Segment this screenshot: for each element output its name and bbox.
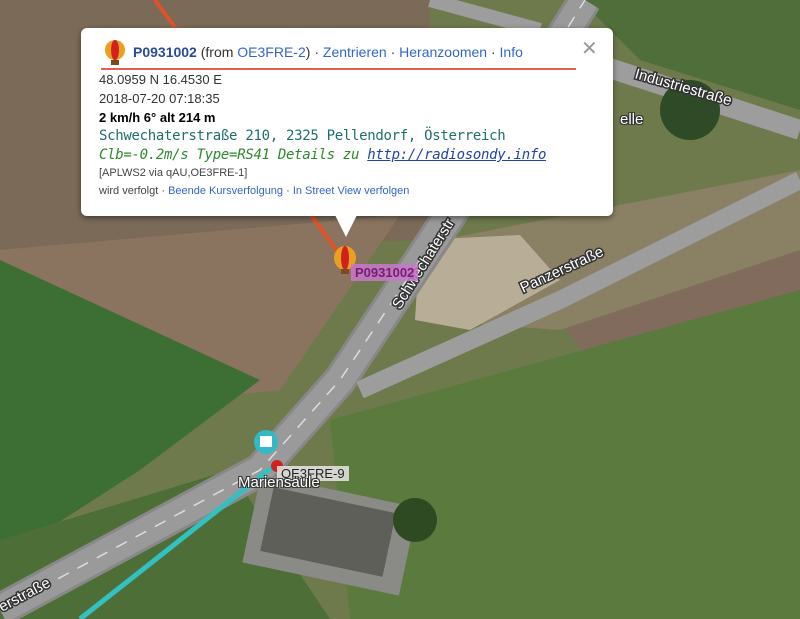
partial-place-label: elle <box>620 111 644 128</box>
tracked-status: wird verfolgt <box>99 185 159 197</box>
street-view-link[interactable]: In Street View verfolgen <box>293 185 410 197</box>
info-popup: P0931002 (from OE3FRE-2) · Zentrieren · … <box>81 28 613 216</box>
info-link[interactable]: Info <box>500 44 523 60</box>
callsign: P0931002 <box>133 44 197 60</box>
from-station-link[interactable]: OE3FRE-2 <box>237 44 305 60</box>
address: Schwechaterstraße 210, 2325 Pellendorf, … <box>99 128 506 144</box>
separator: · <box>487 44 500 60</box>
sonde-label[interactable]: P0931002 <box>351 264 419 281</box>
stop-tracking-link[interactable]: Beende Kursverfolgung <box>168 185 283 197</box>
tree-group <box>393 498 437 542</box>
separator: · <box>386 44 400 60</box>
zoom-link[interactable]: Heranzoomen <box>399 44 487 60</box>
separator: · <box>158 185 169 197</box>
center-link[interactable]: Zentrieren <box>323 44 387 60</box>
popup-pointer <box>335 215 357 237</box>
digipeater-path: [APLWS2 via qAU,OE3FRE-1] <box>99 167 248 179</box>
close-icon[interactable]: ✕ <box>581 36 598 61</box>
speed-altitude: 2 km/h 6° alt 214 m <box>99 110 216 125</box>
separator: · <box>310 44 323 60</box>
place-label: Mariensäule <box>238 474 320 491</box>
separator: · <box>283 185 293 197</box>
popup-header: P0931002 (from OE3FRE-2) · Zentrieren · … <box>101 40 576 70</box>
coordinates: 48.0959 N 16.4530 E <box>99 72 222 87</box>
popup-title: P0931002 (from OE3FRE-2) · Zentrieren · … <box>133 44 523 60</box>
comment: Clb=-0.2m/s Type=RS41 Details zu http://… <box>99 147 546 163</box>
radiosondy-link[interactable]: http://radiosondy.info <box>367 147 546 163</box>
comment-text: Clb=-0.2m/s Type=RS41 Details zu <box>99 147 368 163</box>
from-prefix: (from <box>200 44 238 60</box>
timestamp: 2018-07-20 07:18:35 <box>99 91 220 106</box>
tracking-row: wird verfolgt · Beende Kursverfolgung · … <box>99 185 409 197</box>
balloon-icon <box>105 40 125 65</box>
